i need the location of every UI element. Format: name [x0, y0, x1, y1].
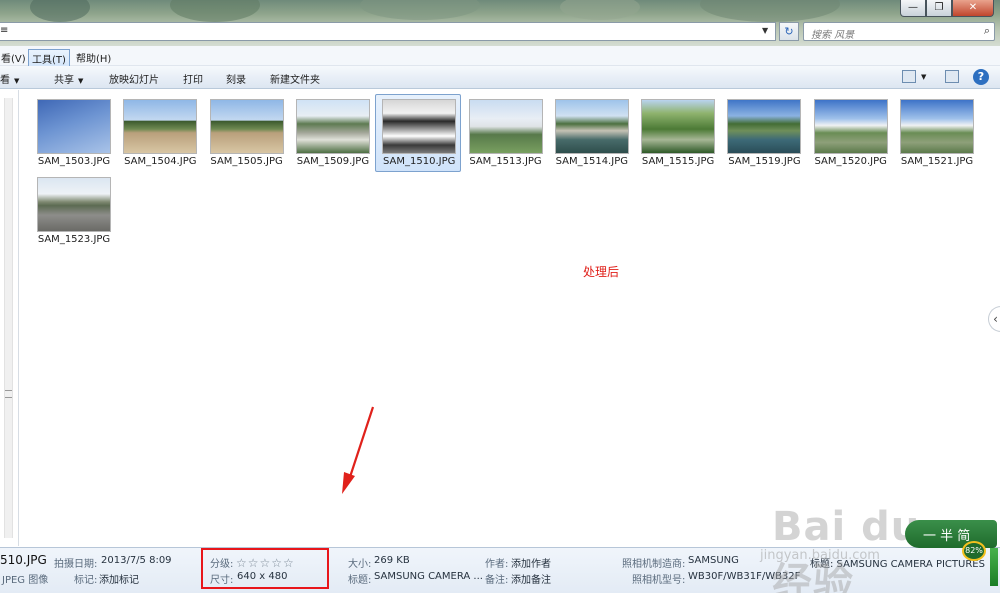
command-toolbar: 看看▼ 共享▼ 放映幻灯片 打印 刻录 新建文件夹 ▼ ?	[0, 66, 1000, 89]
toolbar-burn-button[interactable]: 刻录	[226, 71, 246, 86]
author-label: 作者:	[485, 559, 509, 570]
file-thumbnail-item[interactable]: SAM_1509.JPG	[289, 94, 375, 172]
file-name-label: SAM_1510.JPG	[383, 156, 456, 167]
file-thumbnail-item[interactable]: SAM_1515.JPG	[634, 94, 720, 172]
search-icon[interactable]: ⌕	[984, 24, 990, 38]
search-placeholder: 搜索 风景	[811, 30, 855, 41]
menu-view[interactable]: 看(V)	[0, 49, 29, 66]
thumbnail-image	[900, 99, 974, 154]
file-thumbnail-item[interactable]: SAM_1519.JPG	[720, 94, 806, 172]
comment-field[interactable]: 添加备注	[511, 571, 551, 586]
address-bar[interactable]: ≡	[0, 22, 776, 41]
file-thumbnail-item[interactable]: SAM_1505.JPG	[203, 94, 289, 172]
file-thumbnail-item[interactable]: SAM_1503.JPG	[30, 94, 116, 172]
camera-model-label: 照相机型号:	[632, 575, 686, 586]
toolbar-share-button[interactable]: 共享 ▼	[54, 71, 83, 86]
camera-maker-value: SAMSUNG	[688, 555, 739, 566]
address-prefix: ≡	[0, 25, 9, 36]
thumbnail-image	[554, 99, 629, 154]
thumbnail-image	[209, 99, 284, 154]
close-button[interactable]: ✕	[952, 0, 994, 17]
refresh-button[interactable]: ↻	[779, 22, 799, 41]
date-value: 2013/7/5 8:09	[101, 555, 172, 566]
window-controls: — ❐ ✕	[900, 0, 994, 17]
file-name-label: SAM_1519.JPG	[728, 156, 801, 167]
preview-pane-icon[interactable]	[945, 70, 959, 83]
toolbar-slideshow-button[interactable]: 放映幻灯片	[109, 71, 159, 86]
watermark-side-bar	[990, 548, 998, 586]
thumbnail-image	[382, 99, 457, 154]
author-field[interactable]: 添加作者	[511, 555, 551, 570]
subject-field: 标题: SAMSUNG CAMERA PICTURES	[810, 559, 985, 570]
search-input[interactable]: 搜索 风景 ⌕	[803, 22, 995, 41]
thumbnail-image	[37, 99, 111, 154]
watermark-percent-badge: 82%	[962, 541, 986, 561]
thumbnail-image	[468, 99, 543, 154]
file-name-label: SAM_1503.JPG	[37, 156, 111, 167]
thumbnail-image	[641, 99, 716, 154]
change-view-dropdown-icon[interactable]: ▼	[921, 73, 926, 81]
menu-help[interactable]: 帮助(H)	[73, 49, 114, 66]
help-icon[interactable]: ?	[973, 69, 989, 85]
change-view-icon[interactable]	[902, 70, 916, 83]
maximize-button[interactable]: ❐	[926, 0, 952, 17]
address-dropdown-icon[interactable]: ▼	[762, 26, 768, 35]
file-thumbnail-item[interactable]: SAM_1523.JPG	[30, 172, 116, 250]
file-thumbnail-item[interactable]: SAM_1513.JPG	[462, 94, 548, 172]
tags-field[interactable]: 添加标记	[99, 571, 139, 586]
thumbnail-image	[727, 99, 802, 154]
annotation-highlight-box	[201, 548, 329, 589]
after-processing-note: 处理后	[583, 265, 620, 279]
file-name-label: SAM_1515.JPG	[641, 156, 715, 167]
size-value: 269 KB	[374, 555, 410, 566]
file-name-label: SAM_1513.JPG	[469, 156, 542, 167]
file-name-label: SAM_1520.JPG	[814, 156, 887, 167]
file-list: SAM_1503.JPG SAM_1504.JPG SAM_1505.JPG SAM_…	[20, 90, 1000, 546]
file-thumbnail-item[interactable]: SAM_1514.JPG	[548, 94, 634, 172]
title-field[interactable]: SAMSUNG CAMERA ...	[374, 571, 483, 582]
size-label: 大小:	[348, 559, 372, 570]
camera-maker-label: 照相机制造商:	[622, 559, 686, 570]
menu-bar: 看(V) 工具(T) 帮助(H)	[0, 46, 1000, 68]
file-name-label: SAM_1514.JPG	[555, 156, 628, 167]
comment-label: 备注:	[485, 575, 509, 586]
details-filetype: JPEG 图像	[2, 575, 49, 586]
thumbnail-image	[37, 177, 111, 232]
toolbar-view-button[interactable]: 看看▼	[0, 71, 19, 86]
camera-model-value: WB30F/WB31F/WB32F	[688, 571, 801, 582]
minimize-button[interactable]: —	[900, 0, 926, 17]
tags-label: 标记:	[74, 575, 98, 586]
details-filename: 510.JPG	[0, 553, 47, 567]
navigation-scrollbar[interactable]	[4, 98, 13, 538]
file-name-label: SAM_1505.JPG	[210, 156, 283, 167]
date-label: 拍摄日期:	[54, 559, 98, 570]
file-name-label: SAM_1523.JPG	[37, 234, 111, 245]
file-thumbnail-item[interactable]: SAM_1520.JPG	[807, 94, 893, 172]
file-thumbnail-item[interactable]: SAM_1521.JPG	[893, 94, 979, 172]
title-label: 标题:	[348, 575, 372, 586]
file-name-label: SAM_1521.JPG	[900, 156, 974, 167]
toolbar-new-folder-button[interactable]: 新建文件夹	[270, 71, 320, 86]
file-thumbnail-item[interactable]: SAM_1504.JPG	[116, 94, 202, 172]
file-name-label: SAM_1509.JPG	[296, 156, 370, 167]
navigation-pane-edge	[0, 90, 19, 546]
details-pane: 510.JPG JPEG 图像 拍摄日期: 2013/7/5 8:09 标记: …	[0, 547, 1000, 593]
thumbnail-image	[813, 99, 888, 154]
thumbnail-image	[123, 99, 198, 154]
thumbnail-image	[295, 99, 370, 154]
toolbar-print-button[interactable]: 打印	[183, 71, 203, 86]
splitter-grip[interactable]	[5, 390, 12, 398]
file-thumbnail-item[interactable]: SAM_1510.JPG	[375, 94, 462, 172]
file-name-label: SAM_1504.JPG	[124, 156, 197, 167]
